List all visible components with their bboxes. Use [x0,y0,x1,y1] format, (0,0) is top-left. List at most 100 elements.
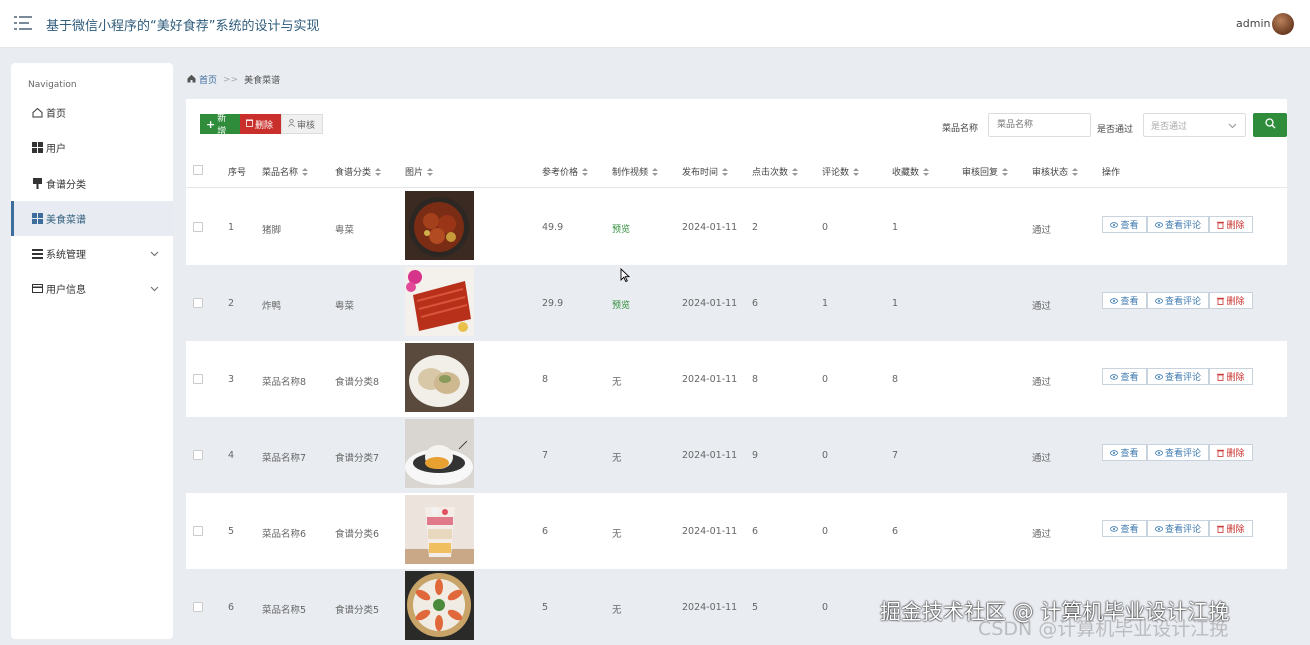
column-header-price[interactable]: 参考价格 [542,165,589,179]
cell-price: 7 [542,450,549,461]
view-comments-button[interactable]: 查看评论 [1147,368,1209,385]
row-delete-button[interactable]: 删除 [1209,444,1253,461]
sidebar-item-home[interactable]: 首页 [11,95,173,130]
cell-name: 菜品名称6 [262,529,307,540]
cell-price: 5 [542,602,549,613]
food-image[interactable] [405,571,474,640]
pass-status-select[interactable]: 是否通过 [1143,113,1246,137]
row-delete-label: 删除 [1226,221,1245,231]
column-header-comments[interactable]: 评论数 [822,165,860,179]
food-image[interactable] [405,267,474,336]
view-button[interactable]: 查看 [1102,292,1147,309]
chevron-down-icon [1228,122,1237,132]
add-button[interactable]: + 新增 [200,114,240,137]
food-image[interactable] [405,419,474,488]
pin-icon [32,178,43,189]
column-header-image[interactable]: 图片 [405,165,434,179]
row-checkbox[interactable] [193,602,203,612]
cell-price: 6 [542,526,549,537]
food-image[interactable] [405,191,474,260]
sidebar-item-label: 用户信息 [46,285,86,296]
select-all-checkbox[interactable] [193,165,203,175]
cell-comments: 0 [822,374,829,385]
food-image[interactable] [405,343,474,412]
row-checkbox[interactable] [193,298,203,308]
table-row: 1 猪脚 粤菜 49.9 预览 2024-01-11 2 0 1 通过 查看 查… [186,189,1287,265]
cell-status: 通过 [1032,453,1052,464]
search-button[interactable] [1253,113,1287,137]
sort-icon [923,168,930,179]
view-button[interactable]: 查看 [1102,444,1147,461]
cell-clicks: 6 [752,526,759,537]
video-preview-link[interactable]: 预览 [612,222,630,235]
column-header-favorites[interactable]: 收藏数 [892,165,930,179]
sidebar-item-food-recipes[interactable]: 美食菜谱 [11,201,173,236]
cell-favorites: 8 [892,374,899,385]
cell-clicks: 8 [752,374,759,385]
view-button-label: 查看 [1120,297,1139,307]
avatar[interactable] [1272,13,1294,35]
column-header-category[interactable]: 食谱分类 [335,165,382,179]
column-header-status[interactable]: 审核状态 [1032,165,1079,179]
table-row: 4 菜品名称7 食谱分类7 7 无 2024-01-11 9 0 7 通过 查看… [186,417,1287,493]
sort-icon [853,168,860,179]
sidebar-item-users[interactable]: 用户 [11,130,173,165]
trash-icon [246,119,253,130]
sort-icon [1002,168,1009,179]
column-header-clicks[interactable]: 点击次数 [752,165,799,179]
column-header-name[interactable]: 菜品名称 [262,165,309,179]
search-name-input[interactable] [988,113,1091,137]
audit-button[interactable]: 审核 [281,114,323,134]
sidebar-item-recipe-category[interactable]: 食谱分类 [11,166,173,201]
view-comments-button[interactable]: 查看评论 [1147,292,1209,309]
cell-no: 2 [228,298,235,309]
breadcrumb-home[interactable]: 首页 [199,73,217,86]
sort-icon [792,168,799,179]
eye-icon [1155,525,1163,532]
cell-status: 通过 [1032,301,1052,312]
view-button[interactable]: 查看 [1102,216,1147,233]
cell-date: 2024-01-11 [682,602,738,613]
food-image[interactable] [405,495,474,564]
view-comments-label: 查看评论 [1164,449,1201,459]
cell-clicks: 2 [752,222,759,233]
view-comments-button[interactable]: 查看评论 [1147,520,1209,537]
view-comments-button[interactable]: 查看评论 [1147,444,1209,461]
video-preview-link[interactable]: 预览 [612,298,630,311]
cell-clicks: 6 [752,298,759,309]
row-checkbox[interactable] [193,450,203,460]
column-header-video[interactable]: 制作视频 [612,165,659,179]
sidebar-item-user-info[interactable]: 用户信息 [11,271,173,306]
column-header-reply[interactable]: 审核回复 [962,165,1009,179]
sidebar-item-system-management[interactable]: 系统管理 [11,236,173,271]
column-header-date[interactable]: 发布时间 [682,165,729,179]
row-checkbox[interactable] [193,222,203,232]
card-icon [32,283,43,294]
row-delete-button[interactable]: 删除 [1209,216,1253,233]
row-delete-button[interactable]: 删除 [1209,292,1253,309]
audit-button-label: 审核 [297,120,316,131]
username[interactable]: admin [1236,17,1270,30]
cell-status: 通过 [1032,529,1052,540]
row-delete-label: 删除 [1226,297,1245,307]
row-delete-button[interactable]: 删除 [1209,368,1253,385]
cell-video: 无 [612,377,622,388]
row-checkbox[interactable] [193,374,203,384]
delete-button-label: 删除 [255,120,274,131]
view-comments-button[interactable]: 查看评论 [1147,216,1209,233]
column-header-label: 菜品名称 [262,168,299,178]
eye-icon [1155,373,1163,380]
view-button[interactable]: 查看 [1102,520,1147,537]
delete-button[interactable]: 删除 [240,114,281,134]
cell-comments: 0 [822,222,829,233]
trash-icon [1217,449,1225,457]
cell-date: 2024-01-11 [682,374,738,385]
menu-toggle-icon[interactable] [14,15,32,31]
cell-comments: 1 [822,298,829,309]
row-checkbox[interactable] [193,526,203,536]
mouse-cursor-icon [620,267,631,286]
sort-icon [582,168,589,179]
cell-no: 1 [228,222,235,233]
view-button[interactable]: 查看 [1102,368,1147,385]
row-delete-button[interactable]: 删除 [1209,520,1253,537]
